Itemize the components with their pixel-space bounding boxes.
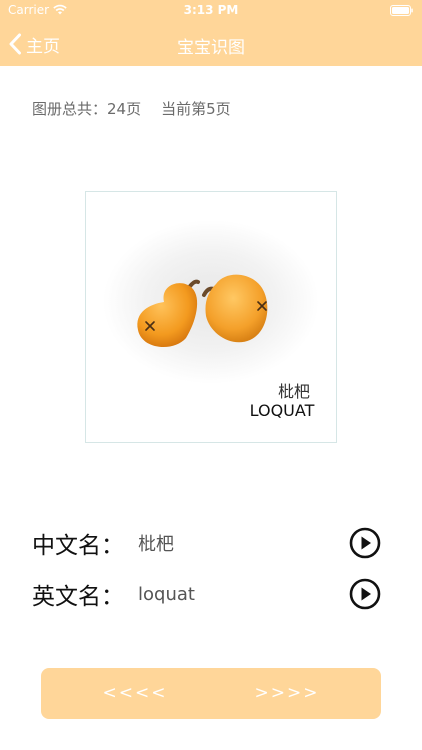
play-chinese-button[interactable] [349, 527, 381, 559]
previous-page-button[interactable]: <<<< [85, 668, 185, 719]
battery-icon [390, 5, 413, 16]
page-info: 图册总共：24页 当前第5页 [32, 98, 231, 119]
current-page-text: 当前第5页 [161, 100, 231, 118]
total-pages-text: 图册总共：24页 [32, 100, 142, 118]
header: Carrier 3:13 PM 主页 宝宝识图 [0, 0, 422, 66]
chinese-name-label: 中文名： [32, 533, 124, 559]
next-page-button[interactable]: >>>> [237, 668, 337, 719]
status-time: 3:13 PM [183, 3, 239, 17]
status-bar: Carrier 3:13 PM [0, 0, 422, 22]
chinese-name-value: 枇杷 [138, 534, 174, 555]
loquat-image: 枇杷 LOQUAT [103, 220, 319, 420]
page-title: 宝宝识图 [177, 38, 245, 58]
english-name-value: loquat [138, 583, 195, 605]
picture-card: 枇杷 LOQUAT [85, 191, 337, 443]
english-name-label: 英文名： [32, 584, 124, 610]
image-caption-cn: 枇杷 [278, 382, 310, 401]
english-name-row: 英文名： loquat [32, 577, 195, 611]
play-english-button[interactable] [349, 578, 381, 610]
nav-bar: 主页 宝宝识图 [0, 22, 422, 66]
image-caption-en: LOQUAT [250, 401, 315, 420]
pager-bar: <<<< >>>> [41, 668, 381, 719]
screen: Carrier 3:13 PM 主页 宝宝识图 图册总共：24页 当前第5页 枇… [0, 0, 422, 750]
chinese-name-row: 中文名： 枇杷 [32, 526, 174, 560]
